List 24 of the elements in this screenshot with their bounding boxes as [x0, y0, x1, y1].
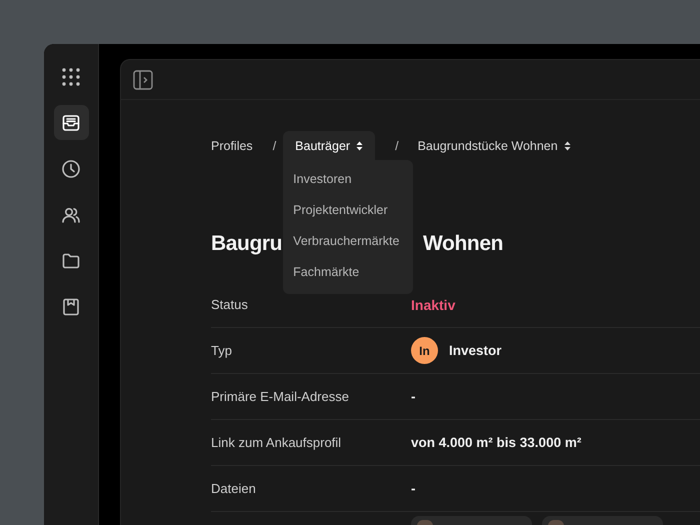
status-value: Inaktiv [411, 296, 456, 312]
field-value: - [411, 481, 416, 496]
breadcrumb-separator: / [272, 138, 276, 152]
breadcrumb-link[interactable]: Profiles [211, 131, 253, 160]
field-label: Primäre E-Mail-Adresse [211, 389, 350, 404]
type-value: Investor [449, 343, 502, 358]
field-label: Typ [211, 343, 233, 358]
field-value: von 4.000 m² bis 33.000 m² [411, 435, 582, 450]
breadcrumb-link[interactable]: Bauträger [283, 131, 376, 160]
menu-item[interactable]: Projektentwickler [283, 195, 414, 226]
field-label: Dateien [211, 481, 257, 496]
field-label: Status [211, 297, 249, 312]
breadcrumb-separator: / [395, 138, 399, 152]
page-title: Baugru [211, 232, 282, 255]
page-title: Wohnen [423, 231, 504, 257]
type-avatar: In [411, 337, 438, 364]
sidebar-toggle-icon[interactable] [133, 70, 153, 90]
breadcrumb-link[interactable]: Baugrundstücke Wohnen [406, 131, 583, 160]
inbox-tray-icon[interactable] [54, 105, 88, 140]
menu-item[interactable]: Investoren [283, 164, 414, 195]
field-label: Link zum Ankaufsprofil [211, 435, 342, 450]
menu-item[interactable]: Fachmärkte [283, 257, 414, 288]
menu-item[interactable]: Verbrauchermärkte [283, 226, 414, 257]
field-value: - [411, 389, 416, 404]
